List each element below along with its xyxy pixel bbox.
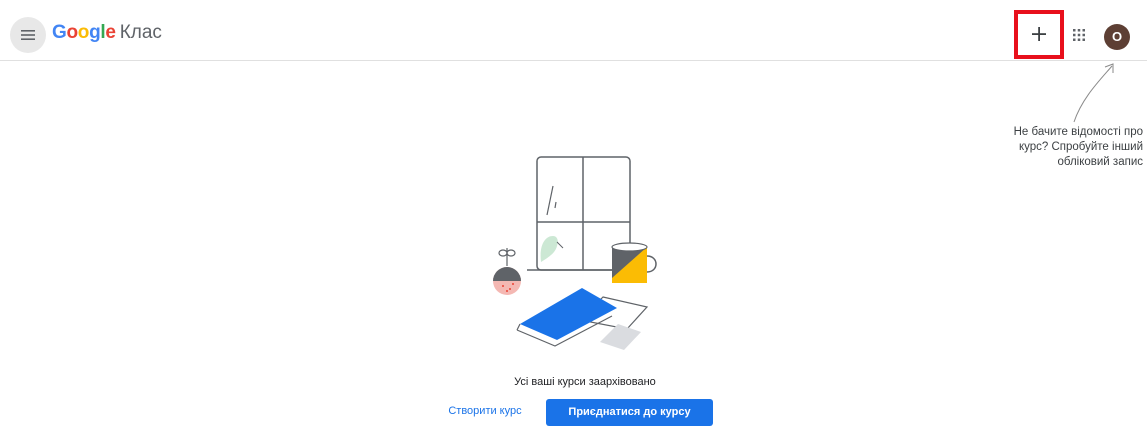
product-name: Клас [119, 22, 162, 43]
account-hint-text: Не бачите відомості про курс? Спробуйте … [1013, 126, 1143, 168]
hamburger-menu-icon [21, 30, 35, 40]
empty-classroom-illustration [493, 156, 657, 350]
apps-grid-icon[interactable] [1071, 27, 1087, 43]
create-or-join-class-button[interactable] [1014, 10, 1064, 59]
app-header: Google Клас О [0, 9, 1147, 61]
google-letter: e [105, 22, 116, 43]
google-letter: G [52, 22, 67, 43]
create-course-link[interactable]: Створити курс [440, 399, 530, 423]
google-letter: o [66, 22, 78, 43]
plus-icon [1032, 27, 1046, 41]
account-avatar[interactable]: О [1104, 24, 1130, 50]
google-letter: o [77, 22, 90, 43]
join-course-button[interactable]: Приєднатися до курсу [546, 399, 713, 426]
google-letter: g [89, 22, 101, 43]
hint-arrow-icon [1073, 63, 1114, 123]
brand-logo[interactable]: Google Клас [52, 22, 162, 48]
main-menu-button[interactable] [10, 17, 46, 53]
archived-courses-message: Усі ваші курси заархівовано [514, 376, 656, 388]
google-wordmark: Google [52, 22, 116, 44]
